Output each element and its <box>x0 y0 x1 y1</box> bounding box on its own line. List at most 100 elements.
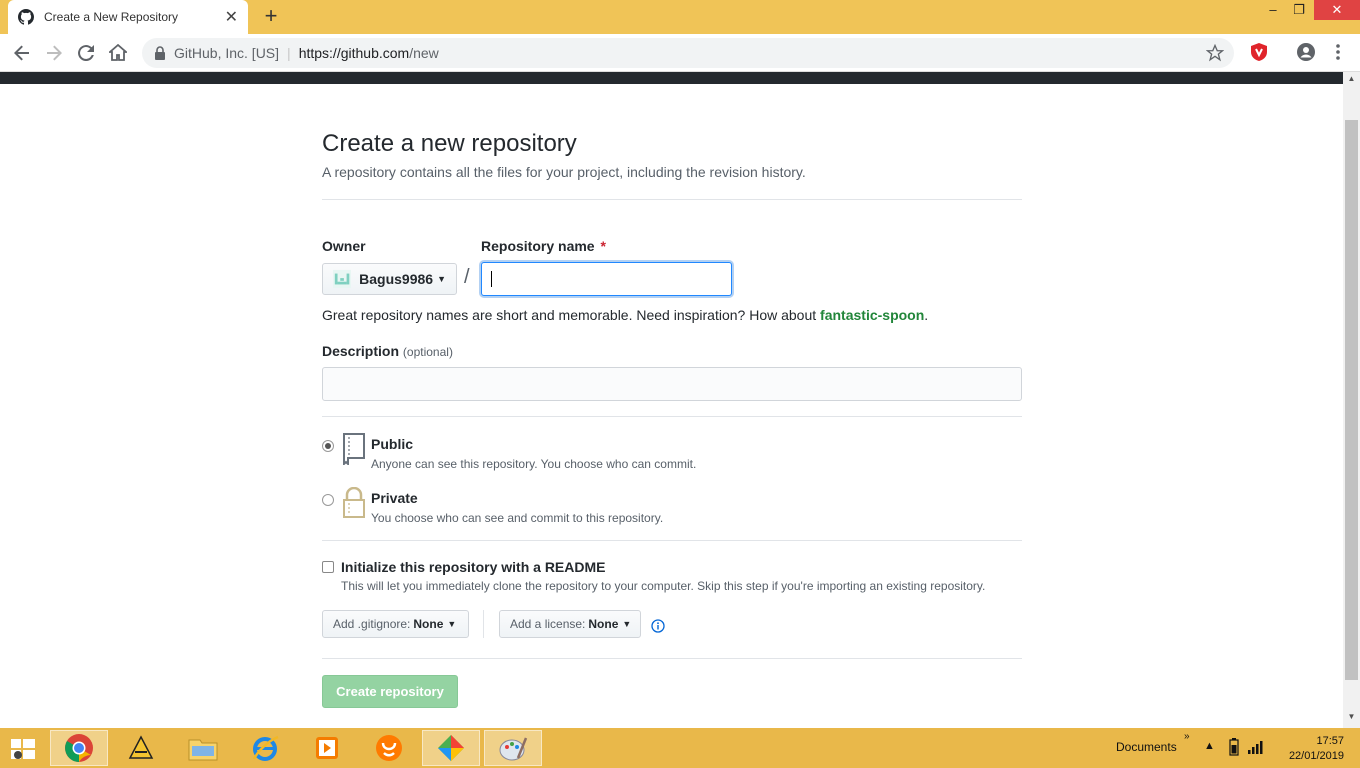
text-cursor <box>491 271 492 287</box>
system-clock[interactable]: 17:57 22/01/2019 <box>1280 734 1344 764</box>
uc-browser-icon <box>376 735 402 761</box>
readme-note: This will let you immediately clone the … <box>341 579 986 593</box>
repo-name-label: Repository name * <box>481 238 606 254</box>
divider <box>322 540 1022 541</box>
app-icon <box>128 735 154 759</box>
public-title: Public <box>371 436 414 452</box>
taskbar-app-2[interactable] <box>112 730 170 766</box>
back-icon[interactable] <box>9 40 35 66</box>
hint-suffix: . <box>924 307 929 323</box>
profile-icon[interactable] <box>1296 42 1316 62</box>
readme-checkbox[interactable] <box>322 561 334 573</box>
battery-icon[interactable] <box>1229 738 1239 756</box>
browser-toolbar: GitHub, Inc. [US] | https://github.com/n… <box>0 34 1360 72</box>
url-host: https://github.com <box>298 45 410 61</box>
owner-avatar <box>333 269 352 289</box>
bookmark-star-icon[interactable] <box>1206 44 1224 62</box>
optional-note: (optional) <box>402 345 453 359</box>
window-close-icon[interactable]: ✕ <box>1314 0 1360 20</box>
divider <box>322 199 1022 200</box>
reload-icon[interactable] <box>73 40 99 66</box>
taskbar-internet-explorer[interactable] <box>236 730 294 766</box>
scrollbar-thumb[interactable] <box>1345 120 1358 680</box>
private-title: Private <box>371 490 418 506</box>
address-bar[interactable]: GitHub, Inc. [US] | https://github.com/n… <box>142 38 1234 68</box>
media-player-icon <box>316 737 338 759</box>
gitignore-label: Add .gitignore: <box>333 617 411 631</box>
forward-icon[interactable] <box>41 40 67 66</box>
chevron-down-icon: ▼ <box>447 619 457 629</box>
lock-icon <box>343 487 365 518</box>
shield-extension-icon[interactable] <box>1250 42 1268 62</box>
readme-option[interactable]: Initialize this repository with a README… <box>322 558 1022 598</box>
taskbar-file-explorer[interactable] <box>174 730 232 766</box>
license-label: Add a license: <box>510 617 586 631</box>
site-identity: GitHub, Inc. [US] <box>174 45 280 61</box>
create-repository-button[interactable]: Create repository <box>322 675 458 708</box>
owner-label: Owner <box>322 238 366 254</box>
url-text: https://github.com/new <box>299 45 439 61</box>
taskbar-chrome[interactable] <box>50 730 108 766</box>
page-scrollbar[interactable]: ▲ ▼ <box>1343 72 1360 728</box>
scroll-down-icon[interactable]: ▼ <box>1343 712 1360 726</box>
owner-repo-slash: / <box>464 266 470 288</box>
clock-date: 22/01/2019 <box>1288 750 1344 762</box>
restore-icon[interactable]: ❐ <box>1284 0 1314 22</box>
repo-name-label-text: Repository name <box>481 238 595 254</box>
repo-name-input[interactable] <box>481 262 732 296</box>
chevron-down-icon: ▼ <box>437 274 446 284</box>
divider <box>322 416 1022 417</box>
github-header-strip <box>0 72 1343 84</box>
show-hidden-icons[interactable]: ▲ <box>1204 740 1215 752</box>
taskbar-media-player[interactable] <box>298 730 356 766</box>
owner-select[interactable]: Bagus9986 ▼ <box>322 263 457 295</box>
private-radio[interactable] <box>322 494 334 506</box>
name-suggestion-link[interactable]: fantastic-spoon <box>820 307 924 323</box>
lock-icon <box>155 46 165 60</box>
internet-explorer-icon <box>252 735 279 761</box>
select-divider <box>483 610 484 638</box>
windows-taskbar: Documents » ▲ 17:57 22/01/2019 <box>0 728 1360 768</box>
page-subtitle: A repository contains all the files for … <box>322 164 806 180</box>
readme-title: Initialize this repository with a README <box>341 559 606 575</box>
visibility-private-option[interactable]: Private You choose who can see and commi… <box>322 487 1022 531</box>
chevron-down-icon: ▼ <box>622 619 632 629</box>
url-path: /new <box>409 45 439 61</box>
toolbar-expand-icon[interactable]: » <box>1184 731 1190 742</box>
home-icon[interactable] <box>105 40 131 66</box>
menu-kebab-icon[interactable] <box>1334 42 1342 62</box>
owner-name: Bagus9986 <box>359 271 434 287</box>
address-separator: | <box>287 45 291 61</box>
private-note: You choose who can see and commit to thi… <box>371 511 664 525</box>
browser-titlebar: Create a New Repository ✕ + – ❐ ✕ <box>0 0 1360 34</box>
license-value: None <box>588 617 619 631</box>
taskbar-uc-browser[interactable] <box>360 730 418 766</box>
taskbar-app-diamond[interactable] <box>422 730 480 766</box>
clock-time: 17:57 <box>1316 735 1344 747</box>
start-button[interactable] <box>0 730 46 766</box>
tab-close-icon[interactable]: ✕ <box>225 7 238 27</box>
description-label: Description (optional) <box>322 343 453 359</box>
browser-tab[interactable]: Create a New Repository ✕ <box>8 0 248 34</box>
network-signal-icon[interactable] <box>1247 740 1265 754</box>
description-input[interactable] <box>322 367 1022 401</box>
gitignore-value: None <box>413 617 444 631</box>
gitignore-select[interactable]: Add .gitignore: None ▼ <box>322 610 469 638</box>
owner-label-text: Owner <box>322 238 366 254</box>
divider <box>322 658 1022 659</box>
new-tab-icon[interactable]: + <box>258 3 284 29</box>
scroll-up-icon[interactable]: ▲ <box>1343 74 1360 88</box>
required-mark: * <box>600 238 606 254</box>
hint-text: Great repository names are short and mem… <box>322 307 817 323</box>
chrome-icon <box>65 734 93 762</box>
diamond-app-icon <box>438 735 464 761</box>
license-select[interactable]: Add a license: None ▼ <box>499 610 641 638</box>
documents-toolbar[interactable]: Documents <box>1116 740 1177 754</box>
public-radio[interactable] <box>322 440 334 452</box>
repo-book-icon <box>343 433 365 465</box>
description-label-text: Description <box>322 343 400 359</box>
public-note: Anyone can see this repository. You choo… <box>371 457 697 471</box>
taskbar-paint[interactable] <box>484 730 542 766</box>
visibility-public-option[interactable]: Public Anyone can see this repository. Y… <box>322 433 1022 477</box>
info-icon[interactable] <box>651 619 665 633</box>
